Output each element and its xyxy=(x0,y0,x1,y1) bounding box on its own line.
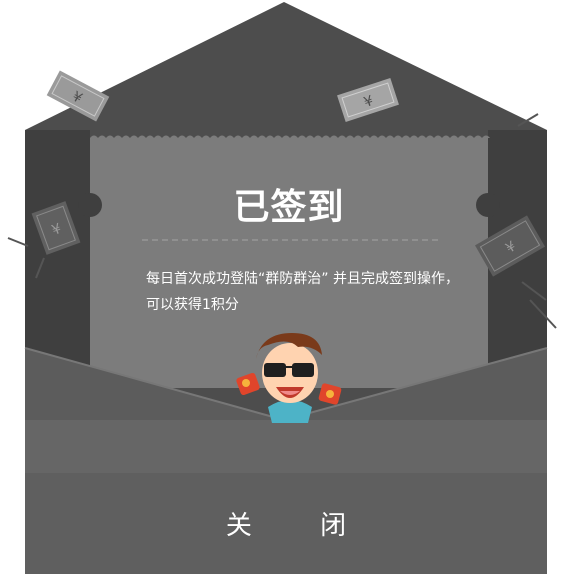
close-button[interactable]: 关 闭 xyxy=(25,473,547,574)
envelope-left-panel xyxy=(25,130,90,380)
checkin-dialog: ¥ ¥ ¥ ¥ 已签到 每日首次成功登陆“群防群治” 并且完成签到操作，可以获得… xyxy=(0,0,568,574)
dialog-title: 已签到 xyxy=(233,187,345,228)
dialog-message: 每日首次成功登陆“群防群治” 并且完成签到操作，可以获得1积分 xyxy=(146,271,459,313)
